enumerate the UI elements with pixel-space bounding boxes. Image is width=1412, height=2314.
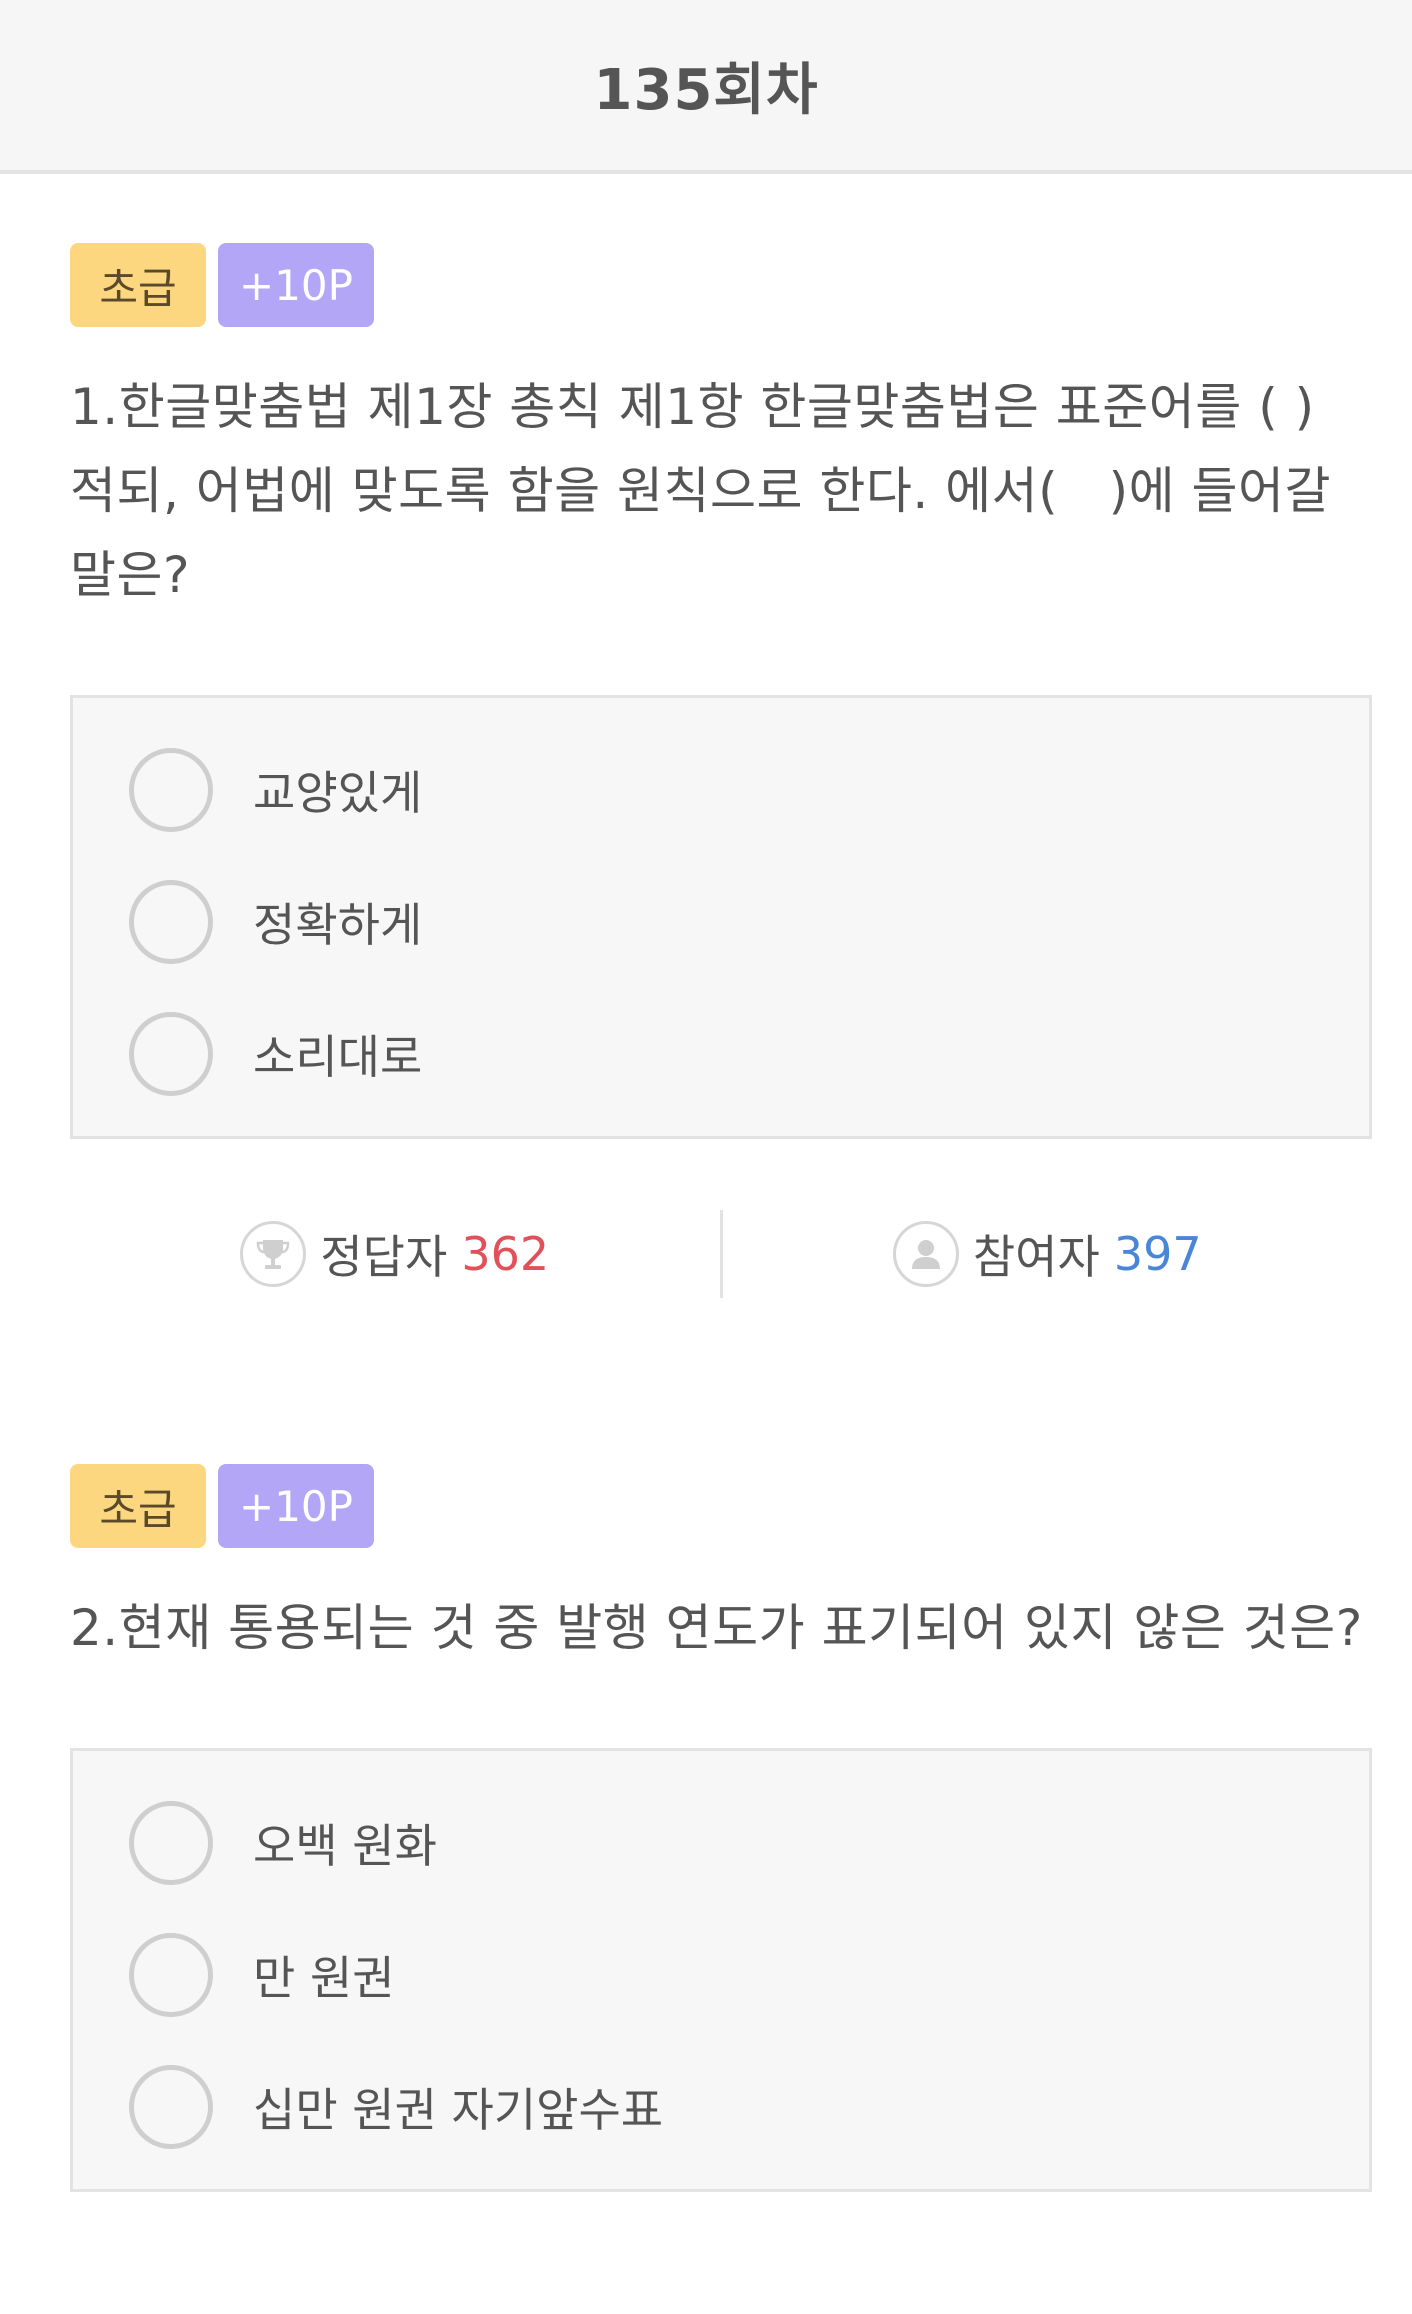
answer-option[interactable]: 만 원권 xyxy=(73,1933,1369,2017)
correct-answerers-count: 362 xyxy=(461,1227,550,1281)
question-stats: 정답자 362 참여자 397 xyxy=(70,1209,1372,1299)
trophy-icon xyxy=(240,1221,307,1287)
question-card-1: 초급 +10P 1.한글맞춤법 제1장 총칙 제1항 한글맞춤법은 표준어를 (… xyxy=(70,243,1372,1299)
radio-button[interactable] xyxy=(129,1801,213,1885)
answer-option[interactable]: 정확하게 xyxy=(73,880,1369,964)
question-badges: 초급 +10P xyxy=(70,243,1372,327)
page-title: 135회차 xyxy=(593,57,819,123)
question-text: 1.한글맞춤법 제1장 총칙 제1항 한글맞춤법은 표준어를 ( )적되, 어법… xyxy=(70,378,1332,604)
header-bar: 135회차 xyxy=(0,0,1412,174)
question-card-2: 초급 +10P 2.현재 통용되는 것 중 발행 연도가 표기되어 있지 않은 … xyxy=(70,1464,1372,2192)
level-badge: 초급 xyxy=(70,1464,206,1548)
answer-option[interactable]: 교양있게 xyxy=(73,748,1369,832)
answer-option-label: 십만 원권 자기앞수표 xyxy=(253,2083,664,2137)
level-badge: 초급 xyxy=(70,243,206,327)
participants-count: 397 xyxy=(1113,1227,1202,1281)
points-badge: +10P xyxy=(218,1464,374,1548)
radio-button[interactable] xyxy=(129,1012,213,1096)
options-list: 오백 원화 만 원권 십만 원권 자기앞수표 xyxy=(70,1748,1372,2192)
answer-option[interactable]: 십만 원권 자기앞수표 xyxy=(73,2065,1369,2149)
correct-answerers-stat: 정답자 362 xyxy=(70,1221,720,1287)
user-icon xyxy=(892,1221,959,1287)
points-badge: +10P xyxy=(218,243,374,327)
answer-option[interactable]: 소리대로 xyxy=(73,1012,1369,1096)
answer-option-label: 오백 원화 xyxy=(253,1819,437,1873)
participants-label: 참여자 xyxy=(972,1230,1100,1284)
radio-button[interactable] xyxy=(129,1933,213,2017)
answer-option-label: 정확하게 xyxy=(253,898,423,952)
answer-option-label: 소리대로 xyxy=(253,1030,423,1084)
radio-button[interactable] xyxy=(129,880,213,964)
correct-answerers-label: 정답자 xyxy=(320,1230,448,1284)
radio-button[interactable] xyxy=(129,2065,213,2149)
question-badges: 초급 +10P xyxy=(70,1464,1372,1548)
answer-option-label: 교양있게 xyxy=(253,766,423,820)
options-list: 교양있게 정확하게 소리대로 xyxy=(70,695,1372,1139)
radio-button[interactable] xyxy=(129,748,213,832)
answer-option[interactable]: 오백 원화 xyxy=(73,1801,1369,1885)
answer-option-label: 만 원권 xyxy=(253,1951,395,2005)
question-text: 2.현재 통용되는 것 중 발행 연도가 표기되어 있지 않은 것은? xyxy=(70,1599,1363,1657)
participants-stat: 참여자 397 xyxy=(723,1221,1373,1287)
